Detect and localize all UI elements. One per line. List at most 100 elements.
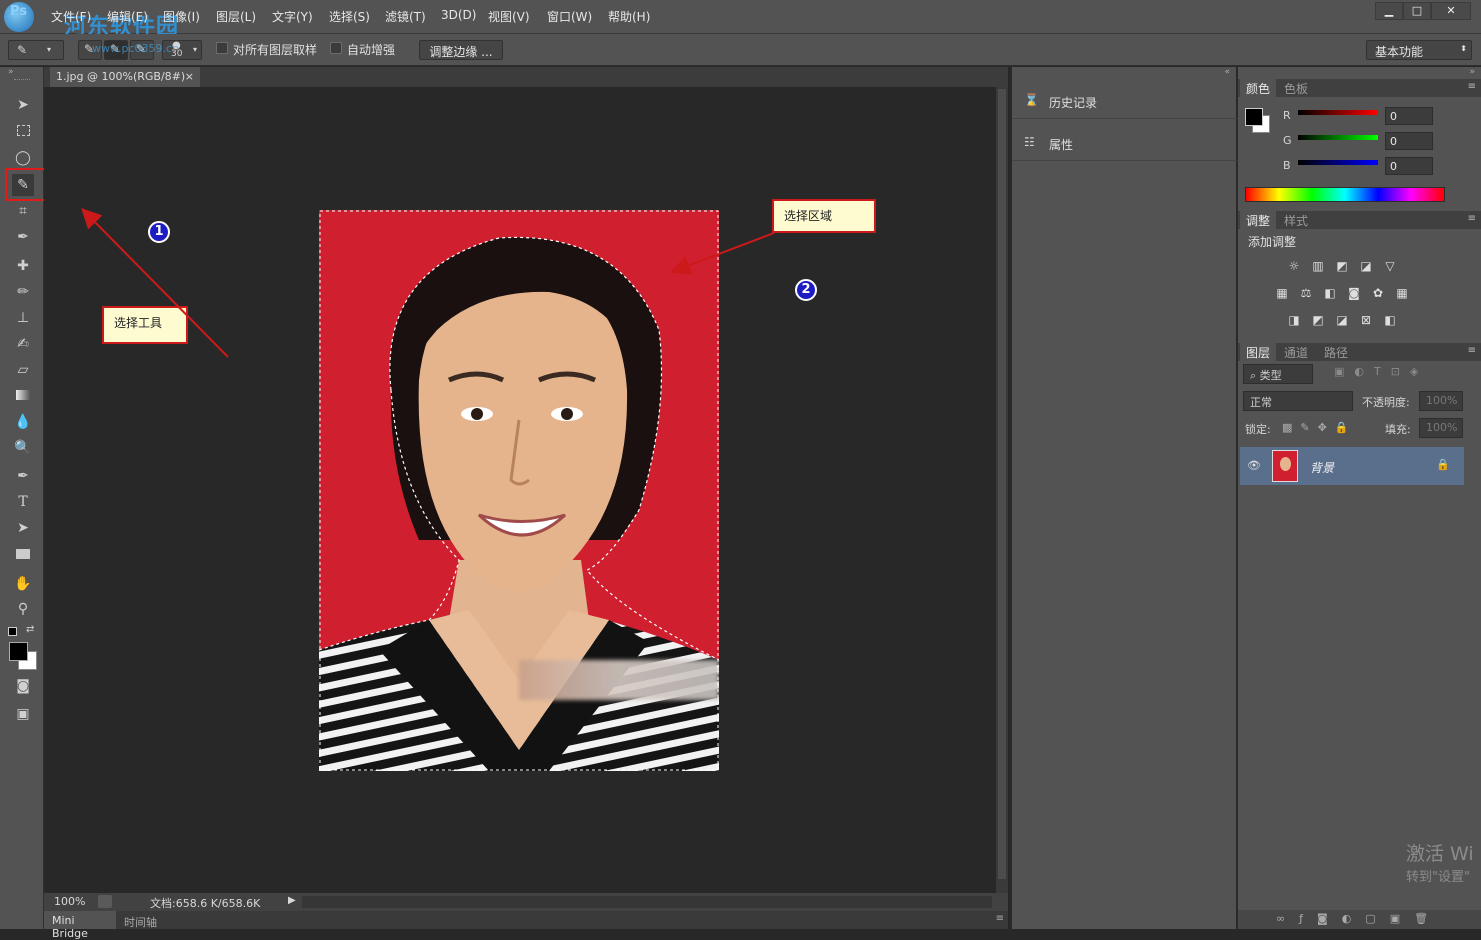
invert-icon[interactable]: ◨ xyxy=(1286,313,1302,327)
curves-icon[interactable]: ◩ xyxy=(1334,259,1350,273)
tab-styles[interactable]: 样式 xyxy=(1278,211,1314,229)
layer-filter-icons[interactable]: ▣◐T⊡◈ xyxy=(1334,365,1428,378)
canvas-area[interactable]: 1 2 选择工具 选择区域 xyxy=(44,87,996,893)
tab-layers[interactable]: 图层 xyxy=(1240,343,1277,361)
menu-edit[interactable]: 编辑(E) xyxy=(107,8,148,25)
photo-filter-icon[interactable]: ◙ xyxy=(1346,286,1362,300)
lasso-tool-icon[interactable]: ◯ xyxy=(12,147,34,169)
fg-color-swatch[interactable] xyxy=(1245,108,1263,126)
levels-icon[interactable]: ▥ xyxy=(1310,259,1326,273)
status-menu-arrow-icon[interactable]: ▶ xyxy=(288,895,296,906)
g-value-input[interactable]: 0 xyxy=(1385,132,1433,150)
gradient-map-icon[interactable]: ◧ xyxy=(1382,313,1398,327)
lock-icons[interactable]: ▩✎✥🔒 xyxy=(1282,421,1357,434)
maximize-button[interactable]: □ xyxy=(1403,2,1431,20)
layers-footer-icons[interactable]: ∞ƒ◙◐▢▣🗑 xyxy=(1276,912,1442,925)
horizontal-scrollbar[interactable] xyxy=(302,896,992,908)
crop-tool-icon[interactable]: ⌗ xyxy=(12,200,34,222)
drag-handle[interactable] xyxy=(14,79,30,81)
clone-stamp-tool-icon[interactable]: ⊥ xyxy=(12,307,34,329)
panel-menu-icon[interactable]: ≡ xyxy=(1468,81,1476,92)
tab-channels[interactable]: 通道 xyxy=(1278,343,1314,361)
eyedropper-tool-icon[interactable]: ✒ xyxy=(12,226,34,248)
status-info-icon[interactable] xyxy=(98,895,112,908)
auto-enhance-checkbox[interactable] xyxy=(330,42,342,54)
black-white-icon[interactable]: ◧ xyxy=(1322,286,1338,300)
r-value-input[interactable]: 0 xyxy=(1385,107,1433,125)
scroll-thumb[interactable] xyxy=(998,89,1006,879)
menu-layer[interactable]: 图层(L) xyxy=(216,8,256,25)
screen-mode-icon[interactable]: ▣ xyxy=(12,703,34,725)
menu-help[interactable]: 帮助(H) xyxy=(608,8,650,25)
menu-window[interactable]: 窗口(W) xyxy=(547,8,592,25)
threshold-icon[interactable]: ◪ xyxy=(1334,313,1350,327)
selective-color-icon[interactable]: ⊠ xyxy=(1358,313,1374,327)
hand-tool-icon[interactable]: ✋ xyxy=(12,573,34,595)
eraser-tool-icon[interactable]: ▱ xyxy=(12,359,34,381)
gradient-tool-icon[interactable] xyxy=(12,385,34,407)
color-balance-icon[interactable]: ⚖ xyxy=(1298,286,1314,300)
rectangle-tool-icon[interactable] xyxy=(12,544,34,566)
tab-mini-bridge[interactable]: Mini Bridge xyxy=(44,911,116,940)
tab-color[interactable]: 颜色 xyxy=(1240,79,1277,97)
tab-timeline[interactable]: 时间轴 xyxy=(124,914,157,930)
blur-tool-icon[interactable]: 💧 xyxy=(12,411,34,433)
path-selection-tool-icon[interactable]: ➤ xyxy=(12,517,34,539)
photo-canvas[interactable] xyxy=(319,210,719,771)
dodge-tool-icon[interactable]: 🔍 xyxy=(12,437,34,459)
tab-paths[interactable]: 路径 xyxy=(1318,343,1354,361)
collapse-icon[interactable]: » xyxy=(1469,67,1475,77)
default-colors-icon[interactable] xyxy=(8,627,17,636)
panel-menu-icon[interactable]: ≡ xyxy=(1468,345,1476,356)
minimize-button[interactable]: ▁ xyxy=(1375,2,1403,20)
posterize-icon[interactable]: ◩ xyxy=(1310,313,1326,327)
workspace-select[interactable]: 基本功能 ⬍ xyxy=(1366,40,1472,60)
healing-brush-tool-icon[interactable]: ✚ xyxy=(12,255,34,277)
zoom-level[interactable]: 100% xyxy=(54,895,85,908)
r-slider[interactable] xyxy=(1298,110,1378,115)
collapse-icon[interactable]: « xyxy=(1224,67,1230,77)
tab-swatches[interactable]: 色板 xyxy=(1278,79,1314,97)
vertical-scrollbar[interactable] xyxy=(996,87,1008,893)
document-tab[interactable]: 1.jpg @ 100%(RGB/8#) × xyxy=(50,67,200,87)
vibrance-icon[interactable]: ▽ xyxy=(1382,259,1398,273)
color-lookup-icon[interactable]: ▦ xyxy=(1394,286,1410,300)
close-button[interactable]: ✕ xyxy=(1431,2,1471,20)
visibility-eye-icon[interactable]: 👁 xyxy=(1247,459,1261,472)
menu-file[interactable]: 文件(F) xyxy=(51,8,91,25)
properties-panel-button[interactable]: ☷ 属性 xyxy=(1012,123,1237,161)
type-tool-icon[interactable]: T xyxy=(12,491,34,513)
brush-tool-icon[interactable]: ✏ xyxy=(12,281,34,303)
menu-3d[interactable]: 3D(D) xyxy=(441,8,476,22)
panel-menu-icon[interactable]: ≡ xyxy=(1468,213,1476,224)
menu-type[interactable]: 文字(Y) xyxy=(272,8,313,25)
brightness-contrast-icon[interactable]: ☼ xyxy=(1286,259,1302,273)
g-slider[interactable] xyxy=(1298,135,1378,140)
b-value-input[interactable]: 0 xyxy=(1385,157,1433,175)
refine-edge-button[interactable]: 调整边缘 ... xyxy=(419,40,503,60)
sample-all-layers-checkbox[interactable] xyxy=(216,42,228,54)
quick-mask-icon[interactable]: ◙ xyxy=(12,675,34,697)
tab-adjustments[interactable]: 调整 xyxy=(1240,211,1277,229)
layer-filter-select[interactable]: ⌕ 类型 xyxy=(1243,364,1313,384)
move-tool-icon[interactable]: ➤ xyxy=(12,94,34,116)
panel-menu-icon[interactable]: ≡ xyxy=(996,913,1004,924)
close-tab-icon[interactable]: × xyxy=(185,70,194,83)
menu-filter[interactable]: 滤镜(T) xyxy=(385,8,426,25)
menu-image[interactable]: 图像(I) xyxy=(163,8,200,25)
marquee-tool-icon[interactable] xyxy=(12,121,34,143)
exposure-icon[interactable]: ◪ xyxy=(1358,259,1374,273)
tool-preset-picker[interactable]: ✎ ▾ xyxy=(8,40,64,60)
channel-mixer-icon[interactable]: ✿ xyxy=(1370,286,1386,300)
collapse-icon[interactable]: » xyxy=(8,67,14,77)
menu-view[interactable]: 视图(V) xyxy=(488,8,530,25)
color-spectrum-bar[interactable] xyxy=(1245,187,1445,202)
zoom-tool-icon[interactable]: ⚲ xyxy=(12,598,34,620)
fill-input[interactable]: 100% xyxy=(1419,418,1463,438)
history-brush-tool-icon[interactable]: ✍ xyxy=(12,333,34,355)
swap-colors-icon[interactable]: ⇄ xyxy=(26,624,34,635)
hue-saturation-icon[interactable]: ▦ xyxy=(1274,286,1290,300)
blend-mode-select[interactable]: 正常 xyxy=(1243,391,1353,411)
layer-row-background[interactable]: 👁 背景 🔒 xyxy=(1240,447,1464,485)
b-slider[interactable] xyxy=(1298,160,1378,165)
